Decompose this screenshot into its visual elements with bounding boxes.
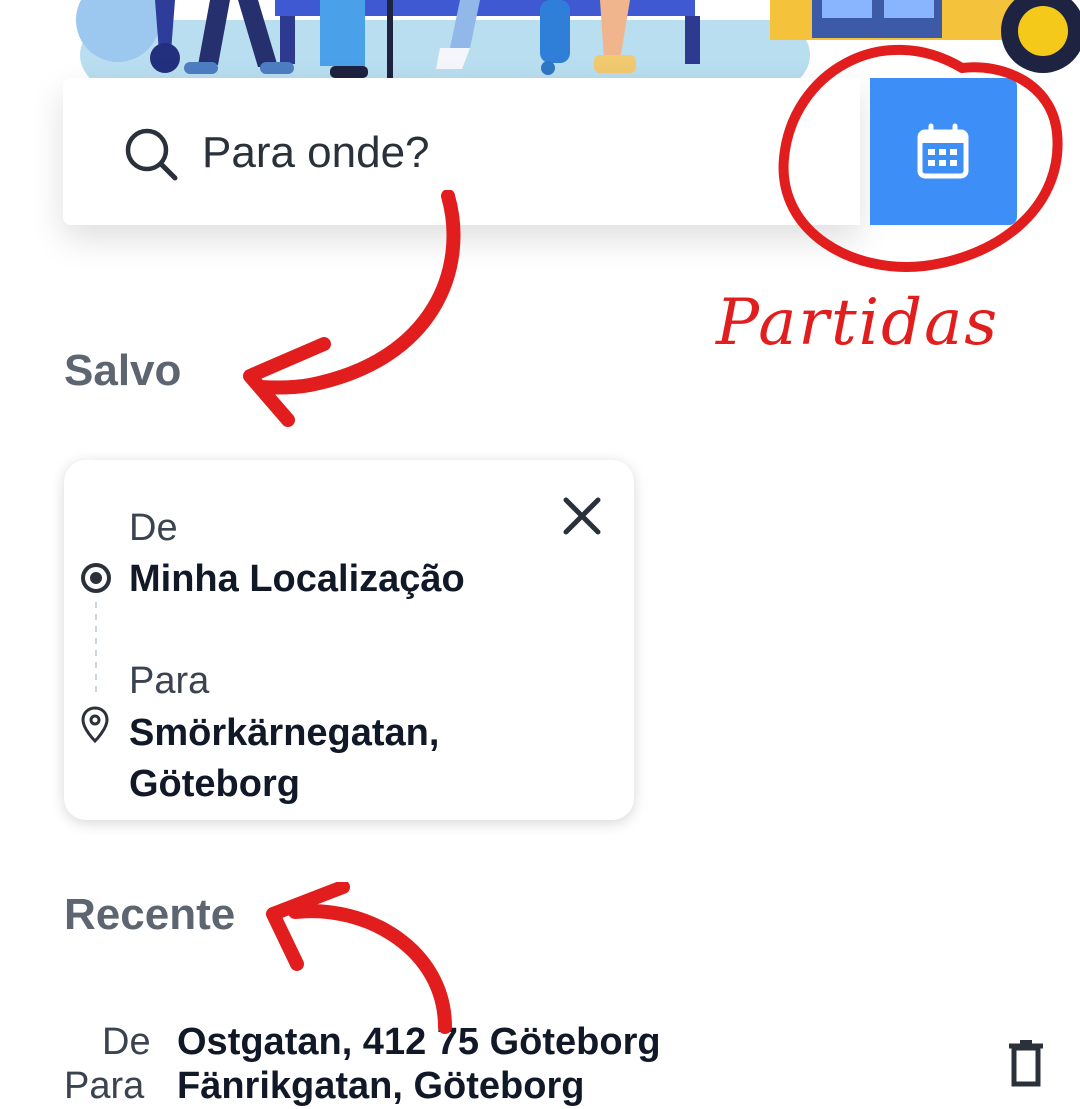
close-icon[interactable] <box>556 490 608 542</box>
destination-pin-icon <box>81 706 109 744</box>
saved-to-value: Smörkärnegatan, Göteborg <box>129 712 440 805</box>
search-icon <box>125 128 178 181</box>
annotation-arrow-to-saved <box>243 190 461 427</box>
saved-from-label: De <box>129 507 178 549</box>
recent-to-label: Para <box>64 1065 145 1107</box>
calendar-icon <box>917 123 969 179</box>
recent-from-label: De <box>102 1021 151 1063</box>
search-bar[interactable] <box>63 78 860 225</box>
my-location-icon <box>81 563 111 593</box>
search-input-placeholder[interactable]: Para onde? <box>202 126 430 180</box>
calendar-button[interactable] <box>870 78 1017 225</box>
travel-illustration <box>76 0 1080 80</box>
saved-to-label: Para <box>129 660 210 702</box>
route-connector-line <box>95 602 97 694</box>
saved-from-value: Minha Localização <box>129 558 465 600</box>
hero-illustration <box>0 0 1080 80</box>
section-title-recent: Recente <box>64 890 236 939</box>
recent-to-value: Fänrikgatan, Göteborg <box>177 1065 585 1107</box>
recent-from-value: Ostgatan, 412 75 Göteborg <box>177 1021 661 1063</box>
annotation-label: Partidas <box>716 286 1000 360</box>
trash-icon[interactable] <box>1006 1038 1046 1088</box>
section-title-saved: Salvo <box>64 346 182 395</box>
